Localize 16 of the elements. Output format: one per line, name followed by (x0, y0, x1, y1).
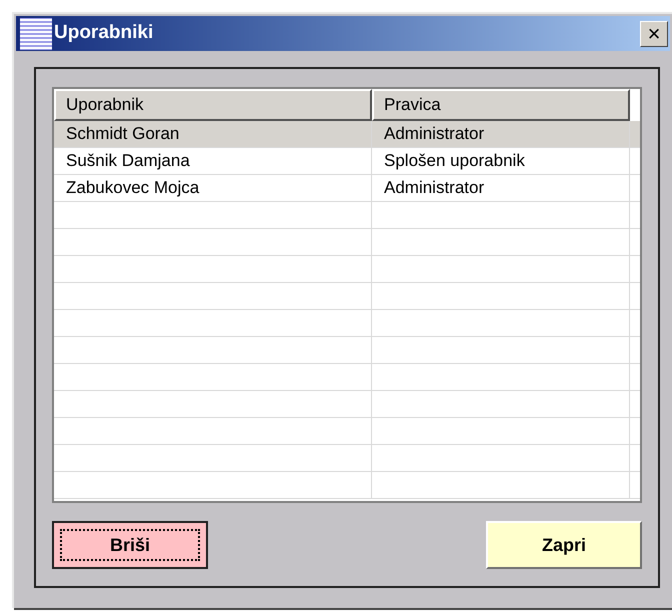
window-title: Uporabniki (54, 21, 154, 46)
table-row[interactable]: Sušnik Damjana Splošen uporabnik (54, 148, 640, 175)
table-cell: Schmidt Goran (54, 121, 372, 147)
window-icon (20, 18, 52, 50)
close-button[interactable]: × (640, 20, 668, 46)
table-row[interactable]: Zabukovec Mojca Administrator (54, 175, 640, 202)
delete-button[interactable]: Briši (52, 521, 208, 569)
close-dialog-button[interactable]: Zapri (486, 521, 642, 569)
column-header[interactable]: Uporabnik (54, 89, 372, 121)
table-cell: Administrator (372, 175, 630, 201)
column-header[interactable]: Pravica (372, 89, 630, 121)
table-cell: Splošen uporabnik (372, 148, 630, 174)
table-cell: Administrator (372, 121, 630, 147)
table-cell: Zabukovec Mojca (54, 175, 372, 201)
table-cell: Sušnik Damjana (54, 148, 372, 174)
table-row[interactable]: Schmidt Goran Administrator (54, 121, 640, 148)
